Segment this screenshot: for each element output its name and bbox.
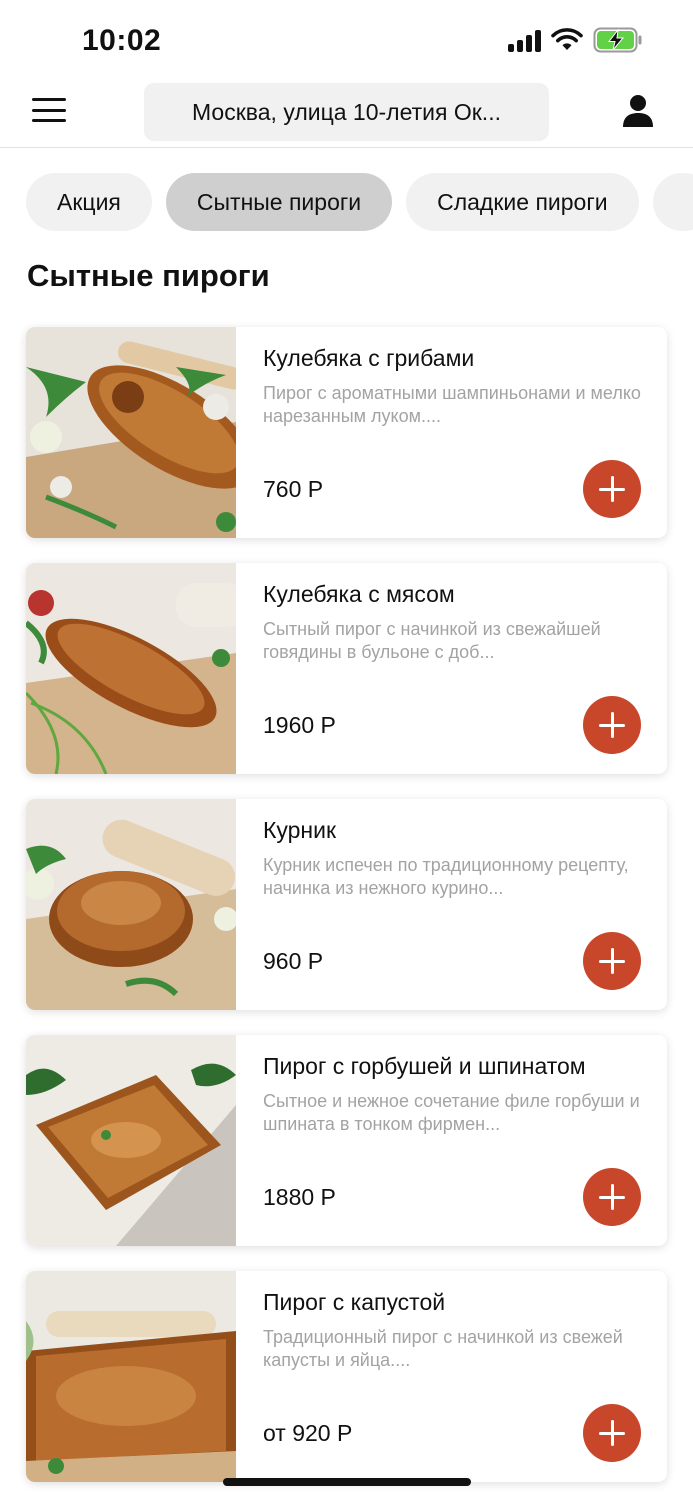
product-name: Пирог с капустой — [263, 1289, 446, 1315]
category-chip-akciya[interactable]: Акция — [26, 173, 152, 231]
add-to-cart-button[interactable] — [583, 460, 641, 518]
product-name: Курник — [263, 817, 337, 843]
product-description: Сытное и нежное сочетание филе горбуши и… — [263, 1091, 640, 1134]
product-price: 960 Р — [263, 948, 324, 974]
add-to-cart-button[interactable] — [583, 1404, 641, 1462]
app-header: Москва, улица 10-летия Ок... — [0, 80, 693, 148]
status-icons — [508, 27, 643, 53]
wifi-icon — [551, 28, 583, 50]
product-info: Кулебяка с грибами Пирог с ароматными ша… — [263, 345, 643, 428]
product-info: Пирог с горбушей и шпинатом Сытное и неж… — [263, 1053, 643, 1136]
product-price: 760 Р — [263, 476, 324, 502]
add-to-cart-button[interactable] — [583, 932, 641, 990]
category-chip-sladkie-pirogi[interactable]: Сладкие пироги — [406, 173, 639, 231]
product-description: Сытный пирог с начинкой из свежайшей гов… — [263, 619, 601, 662]
cellular-signal-icon — [508, 28, 541, 52]
product-card[interactable]: Кулебяка с мясом Сытный пирог с начинкой… — [26, 563, 667, 774]
battery-charging-icon — [593, 27, 642, 53]
category-chips: Акция Сытные пироги Сладкие пироги — [26, 173, 693, 233]
product-list: Кулебяка с грибами Пирог с ароматными ша… — [26, 327, 667, 1500]
product-price: 1960 Р — [263, 712, 336, 738]
product-name: Пирог с горбушей и шпинатом — [263, 1053, 586, 1079]
product-price: от 920 Р — [263, 1420, 353, 1446]
product-info: Кулебяка с мясом Сытный пирог с начинкой… — [263, 581, 643, 664]
hamburger-menu-icon[interactable] — [32, 94, 66, 126]
product-card[interactable]: Пирог с капустой Традиционный пирог с на… — [26, 1271, 667, 1482]
product-card[interactable]: Кулебяка с грибами Пирог с ароматными ша… — [26, 327, 667, 538]
product-card[interactable]: Курник Курник испечен по традиционному р… — [26, 799, 667, 1010]
product-image — [26, 1271, 236, 1482]
product-description: Курник испечен по традиционному рецепту,… — [263, 855, 629, 898]
product-image — [26, 1035, 236, 1246]
product-image — [26, 327, 236, 538]
category-chip-sytnye-pirogi[interactable]: Сытные пироги — [165, 173, 393, 231]
status-time: 10:02 — [82, 24, 162, 57]
status-bar: 10:02 — [0, 0, 693, 80]
user-profile-icon[interactable] — [620, 94, 656, 128]
product-image — [26, 799, 236, 1010]
product-info: Пирог с капустой Традиционный пирог с на… — [263, 1289, 643, 1372]
section-title: Сытные пироги — [27, 258, 270, 293]
product-description: Традиционный пирог с начинкой из свежей … — [263, 1327, 623, 1370]
product-name: Кулебяка с грибами — [263, 345, 475, 371]
product-description: Пирог с ароматными шампиньонами и мелко … — [263, 383, 641, 426]
product-card[interactable]: Пирог с горбушей и шпинатом Сытное и неж… — [26, 1035, 667, 1246]
category-chip-more[interactable] — [652, 173, 693, 231]
product-info: Курник Курник испечен по традиционному р… — [263, 817, 643, 900]
add-to-cart-button[interactable] — [583, 1168, 641, 1226]
product-image — [26, 563, 236, 774]
delivery-address-selector[interactable]: Москва, улица 10-летия Ок... — [144, 83, 549, 141]
add-to-cart-button[interactable] — [583, 696, 641, 754]
home-indicator — [223, 1478, 471, 1486]
product-price: 1880 Р — [263, 1184, 336, 1210]
product-name: Кулебяка с мясом — [263, 581, 455, 607]
